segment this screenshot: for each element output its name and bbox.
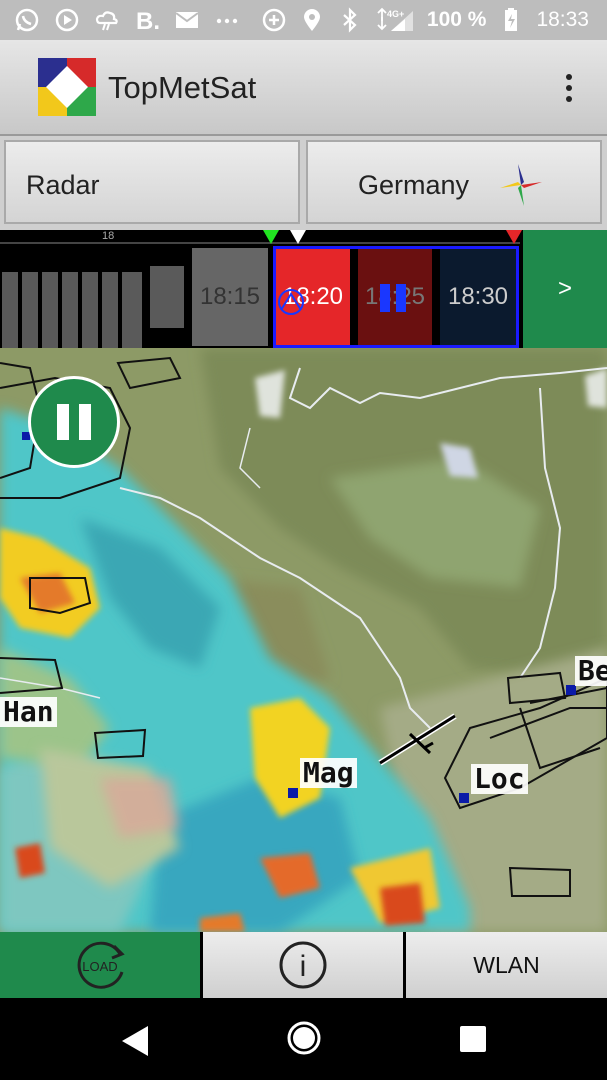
load-label: LOAD — [82, 959, 117, 974]
timeline-frame-thumb[interactable] — [22, 272, 38, 350]
overflow-menu-dot — [566, 96, 572, 102]
timeline-hour-mark: 18 — [102, 230, 115, 242]
selector-bar: Radar Germany — [0, 136, 607, 230]
timeline-axis — [0, 242, 520, 244]
signal-icon: 4G+ — [375, 7, 415, 33]
status-time: 18:33 — [536, 8, 589, 31]
app-logo-icon — [38, 58, 96, 116]
more-icon — [214, 7, 240, 33]
green-marker-icon[interactable] — [263, 230, 279, 244]
timeline-frame-1815[interactable]: 18:15 — [192, 248, 268, 346]
battery-percent: 100 % — [426, 8, 487, 31]
overflow-menu-dot — [566, 85, 572, 91]
compass-icon — [498, 162, 544, 208]
svg-text:4G+: 4G+ — [387, 9, 404, 19]
overflow-menu-button[interactable] — [553, 68, 585, 108]
play-icon — [54, 7, 80, 33]
product-selector-button[interactable]: Radar — [4, 140, 300, 224]
region-selector-label: Germany — [358, 170, 470, 200]
wlan-label: WLAN — [473, 951, 540, 978]
data-saver-icon — [261, 7, 287, 33]
pause-icon-bar — [79, 404, 91, 440]
animation-pause-button[interactable] — [28, 376, 120, 468]
map-label-mag: Mag — [300, 758, 357, 788]
pause-icon — [57, 404, 69, 440]
battery-icon — [498, 7, 524, 33]
region-selector-button[interactable]: Germany — [306, 140, 602, 224]
wlan-button[interactable]: WLAN — [406, 932, 607, 998]
load-button[interactable]: LOAD — [0, 932, 200, 998]
status-bar: B. 4G+ 100 % 18:33 — [0, 0, 607, 40]
bluetooth-icon — [337, 7, 363, 33]
booking-icon: B. — [134, 7, 160, 33]
whatsapp-icon — [14, 7, 40, 33]
overflow-menu-icon — [566, 74, 572, 80]
system-nav-bar — [0, 998, 607, 1080]
svg-text:B.: B. — [136, 8, 160, 33]
white-marker-icon[interactable] — [290, 230, 306, 244]
app-bar: TopMetSat — [0, 40, 607, 136]
recent-apps-icon[interactable] — [460, 1026, 486, 1052]
timeline-frame-thumb[interactable] — [42, 272, 58, 350]
info-label: i — [300, 950, 307, 983]
timeline-selection-window[interactable] — [273, 246, 519, 348]
status-bar-system: 4G+ 100 % 18:33 — [261, 6, 589, 34]
info-icon: i — [279, 941, 327, 989]
map-label-han: Han — [0, 697, 57, 727]
info-button[interactable]: i — [203, 932, 403, 998]
product-selector-label: Radar — [26, 170, 100, 200]
back-icon[interactable] — [120, 1024, 150, 1058]
map-label-be: Be — [575, 656, 607, 686]
timeline-frame-thumb[interactable] — [122, 272, 142, 350]
bottom-toolbar: LOAD i WLAN — [0, 932, 607, 998]
timeline[interactable]: 18 18:15 18:20 18:25 18:30 > — [0, 230, 607, 350]
app-title: TopMetSat — [108, 70, 257, 105]
weather-icon — [94, 7, 120, 33]
timeline-next-button[interactable]: > — [523, 230, 607, 348]
map-label-loc: Loc — [471, 764, 528, 794]
home-icon[interactable] — [286, 1020, 322, 1056]
radar-map[interactable]: Han Mag Loc Be — [0, 348, 607, 932]
load-icon: LOAD — [77, 941, 125, 989]
status-bar-notifications: B. — [14, 6, 240, 34]
location-icon — [299, 7, 325, 33]
timeline-frame-thumb[interactable] — [2, 272, 18, 350]
timeline-frame-thumb[interactable] — [82, 272, 98, 350]
red-marker-icon[interactable] — [506, 230, 522, 244]
timeline-frame-thumb[interactable] — [102, 272, 118, 350]
timeline-frame-thumb[interactable] — [62, 272, 78, 350]
mail-icon — [174, 7, 200, 33]
timeline-frame-thumb[interactable] — [150, 266, 184, 328]
